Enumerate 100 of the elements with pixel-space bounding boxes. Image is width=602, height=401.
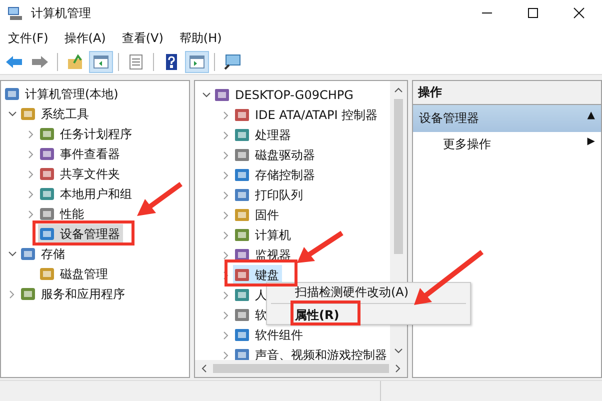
tree-item[interactable]: 键盘: [233, 265, 282, 285]
folder-node-icon: [39, 186, 55, 202]
device-icon: [234, 167, 250, 183]
tree-item[interactable]: 系统工具: [19, 104, 92, 124]
scroll-right-icon[interactable]: [395, 364, 401, 373]
expand-chevron-icon[interactable]: [223, 250, 229, 260]
computer-management-icon: [7, 5, 23, 21]
tree-item[interactable]: 磁盘驱动器: [233, 145, 318, 165]
tree-item[interactable]: 共享文件夹: [38, 164, 123, 184]
window-title: 计算机管理: [31, 4, 91, 22]
device-icon: [234, 327, 250, 343]
tree-item[interactable]: 服务和应用程序: [19, 284, 128, 304]
device-icon: [214, 87, 230, 103]
scroll-down-icon[interactable]: [394, 348, 403, 354]
device-icon: [234, 307, 250, 323]
folder-node-icon: [39, 226, 55, 242]
pane-right-icon: [188, 54, 206, 70]
context-menu-item[interactable]: 扫描检测硬件改动(A): [267, 283, 470, 301]
collapse-chevron-icon[interactable]: [8, 111, 16, 117]
tree-item[interactable]: 固件: [233, 205, 282, 225]
tree-item[interactable]: 声音、视频和游戏控制器: [233, 345, 390, 360]
menu-item[interactable]: 帮助(H): [173, 28, 228, 48]
horizontal-scrollbar[interactable]: [195, 360, 407, 377]
expand-chevron-icon[interactable]: [223, 130, 229, 140]
monitor-icon: [223, 54, 241, 70]
device-icon: [234, 287, 250, 303]
tree-item[interactable]: 本地用户和组: [38, 184, 135, 204]
expand-chevron-icon[interactable]: [9, 290, 15, 298]
device-icon: [234, 207, 250, 223]
tree-item[interactable]: 存储: [19, 244, 68, 264]
annotation-arrow: [137, 182, 182, 216]
tree-item[interactable]: 打印队列: [233, 185, 306, 205]
expand-chevron-icon[interactable]: [223, 290, 229, 300]
device-icon: [234, 127, 250, 143]
menu-item[interactable]: 文件(F): [2, 28, 54, 48]
folder-node-icon: [39, 166, 55, 182]
folder-node-icon: [20, 246, 36, 262]
tree-item[interactable]: 计算机: [233, 225, 294, 245]
device-icon: [234, 267, 250, 283]
action-label: 更多操作: [443, 136, 491, 153]
menu-item[interactable]: 查看(V): [116, 28, 170, 48]
annotation-arrow: [297, 230, 344, 263]
pane-left-icon: [92, 54, 110, 70]
device-icon: [234, 227, 250, 243]
tree-item[interactable]: 软: [233, 305, 270, 325]
submenu-arrow: ▶: [587, 136, 595, 149]
action-item[interactable]: 更多操作 ▶: [413, 132, 601, 157]
actions-section[interactable]: 设备管理器 ▲: [413, 105, 601, 132]
actions-header: 操作: [413, 81, 601, 105]
menu-item[interactable]: 操作(A): [58, 28, 112, 48]
expand-chevron-icon[interactable]: [28, 190, 34, 198]
annotation-arrow: [414, 250, 484, 305]
expand-chevron-icon[interactable]: [223, 310, 229, 320]
expand-chevron-icon[interactable]: [223, 170, 229, 180]
tree-item[interactable]: 事件查看器: [38, 144, 123, 164]
folder-node-icon: [20, 286, 36, 302]
tree-item[interactable]: 人: [233, 285, 270, 305]
expand-chevron-icon[interactable]: [223, 150, 229, 160]
expand-chevron-icon[interactable]: [28, 150, 34, 158]
folder-node-icon: [39, 126, 55, 142]
expand-chevron-icon[interactable]: [223, 270, 229, 280]
tree-item[interactable]: 磁盘管理: [38, 264, 111, 284]
close-icon[interactable]: [573, 7, 585, 19]
expand-chevron-icon[interactable]: [28, 130, 34, 138]
folder-node-icon: [39, 146, 55, 162]
maximize-icon[interactable]: [527, 7, 539, 19]
folder-node-icon: [4, 86, 20, 102]
tree-item[interactable]: 软件组件: [233, 325, 306, 345]
tree-item[interactable]: 任务计划程序: [38, 124, 135, 144]
expand-chevron-icon[interactable]: [28, 170, 34, 178]
expand-chevron-icon[interactable]: [223, 210, 229, 220]
expand-chevron-icon[interactable]: [28, 210, 34, 218]
highlight-box: [290, 300, 360, 326]
expand-chevron-icon[interactable]: [223, 110, 229, 120]
expand-chevron-icon[interactable]: [223, 330, 229, 340]
scroll-up-icon[interactable]: [394, 87, 403, 93]
folder-node-icon: [39, 266, 55, 282]
collapse-chevron-icon[interactable]: [8, 251, 16, 257]
tree-item[interactable]: 计算机管理(本地): [3, 84, 122, 104]
device-icon: [234, 107, 250, 123]
expand-chevron-icon[interactable]: [223, 190, 229, 200]
tree-item[interactable]: DESKTOP-G09CHPG: [213, 85, 356, 105]
folder-node-icon: [20, 106, 36, 122]
context-menu-item[interactable]: 属性(R): [267, 306, 470, 324]
tree-item[interactable]: 性能: [38, 204, 87, 224]
folder-node-icon: [39, 206, 55, 222]
expand-chevron-icon[interactable]: [223, 350, 229, 360]
scroll-left-icon[interactable]: [201, 364, 207, 373]
section-title: 设备管理器: [419, 110, 479, 127]
tree-item[interactable]: IDE ATA/ATAPI 控制器: [233, 105, 381, 125]
back-icon: [5, 54, 23, 70]
expand-chevron-icon[interactable]: [223, 230, 229, 240]
device-icon: [234, 147, 250, 163]
collapse-arrow[interactable]: ▲: [587, 110, 595, 127]
tree-item[interactable]: 设备管理器: [38, 224, 123, 244]
collapse-chevron-icon[interactable]: [202, 92, 210, 98]
device-icon: [234, 347, 250, 360]
list-icon: [127, 54, 145, 70]
tree-item[interactable]: 处理器: [233, 125, 294, 145]
tree-item[interactable]: 存储控制器: [233, 165, 318, 185]
